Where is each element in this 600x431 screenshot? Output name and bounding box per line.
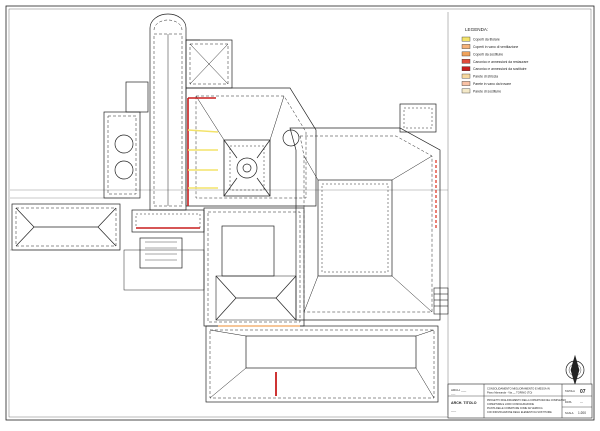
left-wing (11, 203, 121, 251)
roof-plan-drawing: LEGENDA: Coperti da titolare Coperti in v… (5, 5, 595, 421)
legend-swatch (461, 44, 471, 49)
drawing-sheet: LEGENDA: Coperti da titolare Coperti in v… (0, 0, 600, 426)
desc-line3: PIANTA DELLE COPERTURE COME DA VERIFICA (487, 407, 543, 410)
desc-line2: COPERTURE E LORO CONFIGURAZIONE (487, 403, 534, 406)
south-wing (205, 325, 439, 403)
legend-swatch (461, 36, 471, 42)
middle-south-block (203, 207, 305, 327)
legend-label: Parete di striscia (473, 75, 498, 79)
legend-label: Coperti da sostituire (473, 52, 503, 56)
title-block: ARCH. ___ ___ ARCH. TITOLO ___ CONSOLIDA… (447, 383, 593, 419)
legend-label: Canonico e annessioni da sostituire (473, 67, 527, 71)
firm-line1: ARCH. ___ (451, 388, 467, 392)
left-tower-complex (103, 81, 149, 199)
legend-label: Coperti da titolare (473, 38, 500, 42)
roof-highlights (136, 97, 437, 396)
legend-swatch (461, 59, 471, 64)
legend: LEGENDA: Coperti da titolare Coperti in v… (461, 27, 529, 94)
legend-swatch (461, 81, 471, 86)
desc-line4: CON INDIVIDUAZIONE DEGLI ELEMENTI DA SOS… (487, 411, 552, 414)
legend-swatch (461, 88, 471, 94)
north-tall-wing (149, 13, 233, 211)
data-value: --- (580, 400, 583, 404)
legend-swatch (461, 66, 471, 71)
project-line1: CONSOLIDAMENTO MIGLIORAMENTO E MESSA IN (487, 387, 550, 391)
desc-line1: PROGETTO MIGLIORAMENTO DELLA COPERTURA D… (487, 399, 566, 402)
label-tavola: TAVOLA (565, 389, 575, 393)
scala-value: 1:200 (578, 411, 586, 415)
label-scala: SCALA (565, 411, 574, 415)
legend-label: Coperti in vano di ventilazione (473, 45, 518, 49)
annex-west (123, 209, 205, 291)
legend-label: Canonico e annessioni da restaurare (473, 60, 529, 64)
left-code: ARCH. TITOLO (451, 401, 477, 405)
east-courtyard-block (289, 103, 441, 321)
legend-swatch (461, 73, 471, 79)
tavola-value: 07 (580, 389, 586, 395)
east-stair-annex (433, 287, 449, 315)
label-data: DATA (565, 400, 572, 404)
legend-label: Parete di sostituire (473, 89, 501, 93)
legend-title: LEGENDA: (465, 27, 488, 32)
left-sub: ___ (450, 408, 456, 412)
firm-line2: ___ (450, 393, 456, 396)
legend-swatch (461, 51, 471, 57)
legend-label: Parete in vano da trovare (473, 82, 511, 86)
project-line2: Piano Mansarda - Via __ TORINO (TO) (487, 391, 532, 395)
north-arrow (565, 354, 585, 386)
